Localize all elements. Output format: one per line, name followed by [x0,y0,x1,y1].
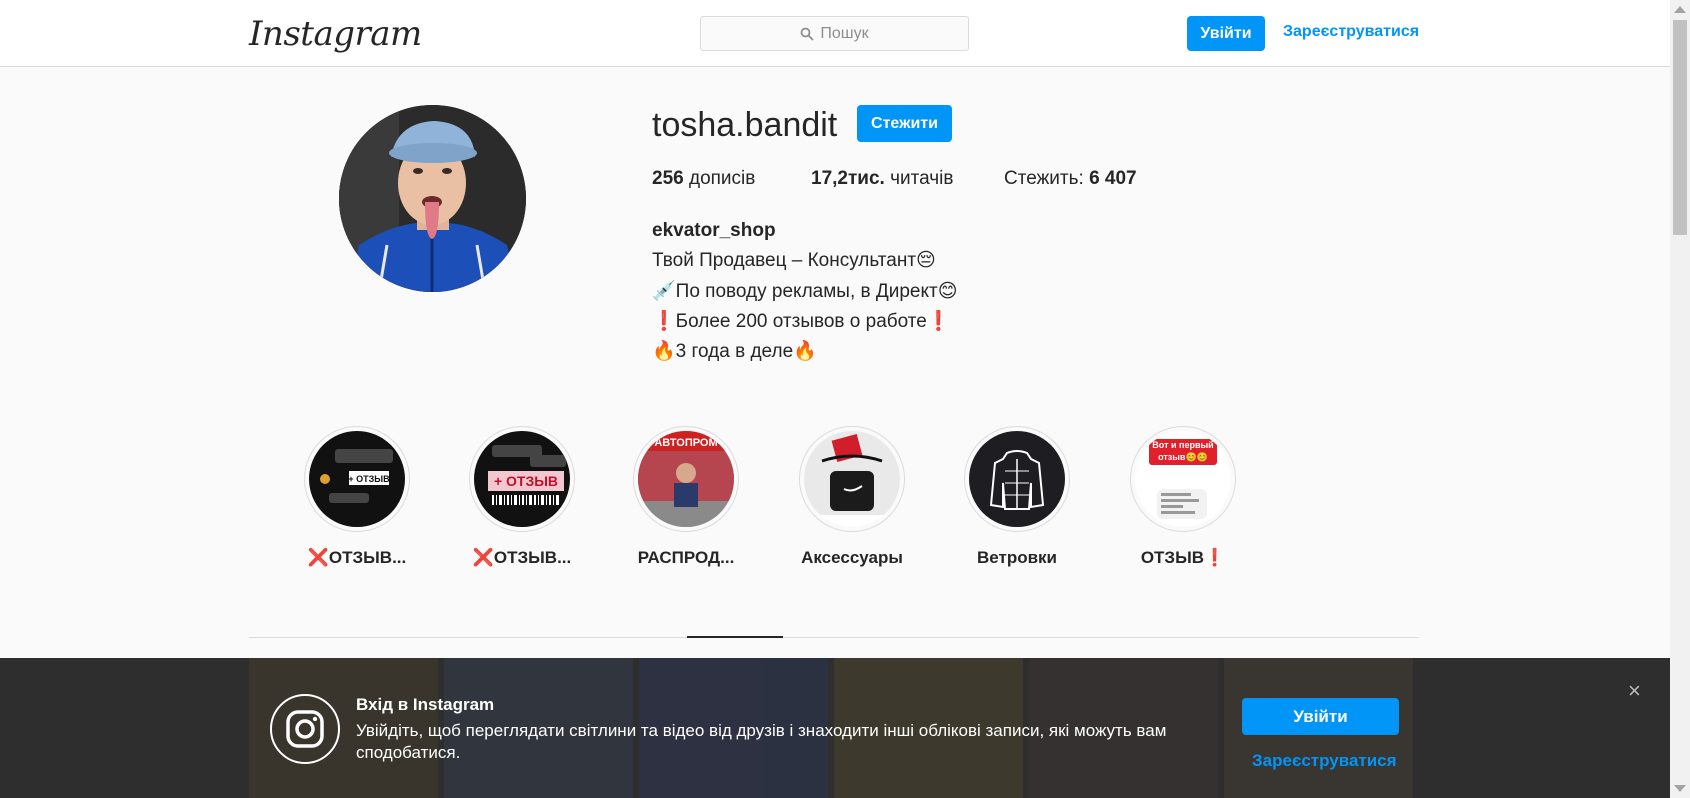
highlight-cover [804,431,900,527]
profile-avatar[interactable] [339,105,526,292]
highlight-label: Ветровки [976,548,1057,567]
highlight-cover [969,431,1065,527]
highlight-ring [799,426,905,532]
highlight-cover-text: АВТОПРОМ [654,437,717,449]
tabs-divider [249,637,1419,638]
instagram-glyph-icon [270,694,340,764]
highlight-ring: + ОТЗЫВ [469,426,575,532]
posts-tab-indicator[interactable] [687,636,783,638]
story-highlight[interactable]: АВТОПРОМ РАСПРОД... [631,426,741,568]
following-count-value: 6 407 [1089,168,1137,189]
banner-description: Увійдіть, щоб переглядати світлини та ві… [356,721,1167,762]
highlight-cover: Вот и первый отзыв😊😊 [1135,431,1231,527]
close-icon[interactable]: × [1628,678,1641,704]
scroll-thumb[interactable] [1673,20,1687,235]
instagram-logo[interactable]: Instagram [249,14,422,54]
scroll-up-arrow[interactable] [1674,6,1686,13]
page-scrollbar[interactable] [1670,0,1690,798]
followers-count-value: 17,2тис. [811,168,885,189]
login-button[interactable]: Увійти [1187,16,1265,51]
followers-count-label: читачів [890,168,954,189]
highlight-label: РАСПРОД... [637,548,735,567]
highlight-ring: АВТОПРОМ [633,426,739,532]
followers-count[interactable]: 17,2тис. читачів [811,168,953,190]
highlight-label: ❌ОТЗЫВ... [472,548,572,567]
banner-login-button[interactable]: Увійти [1242,698,1399,735]
highlight-ring: + ОТЗЫВ [304,426,410,532]
highlight-label: ❌ОТЗЫВ... [307,548,407,567]
highlight-cover-text: + ОТЗЫВ [494,473,558,489]
bio-line: 💉По поводу рекламы, в Директ😊 [652,281,958,302]
following-count-label: Стежить: [1004,168,1084,189]
scroll-down-arrow[interactable] [1674,785,1686,792]
highlight-label: Аксессуары [801,548,903,567]
login-banner: Вхід в Instagram Увійдіть, щоб перегляда… [0,658,1670,798]
highlight-label: ОТЗЫВ❗ [1140,548,1226,567]
posts-count: 256 дописів [652,168,755,190]
highlight-cover-text: + ОТЗЫВ [348,474,390,484]
story-highlight[interactable]: + ОТЗЫВ ❌ОТЗЫВ... [467,426,577,568]
profile-username: tosha.bandit [652,106,838,144]
bio-line: 🔥3 года в деле🔥 [652,341,817,362]
register-link[interactable]: Зареєструватися [1283,23,1419,41]
follow-button[interactable]: Стежити [857,105,952,142]
story-highlight[interactable]: Аксессуары [797,426,907,568]
bio-line: Твой Продавец – Консультант😔 [652,250,936,271]
search-icon [800,27,815,41]
posts-count-label: дописів [688,168,756,189]
jacket-icon [969,431,1065,527]
highlight-cover: + ОТЗЫВ [309,431,405,527]
story-highlight[interactable]: + ОТЗЫВ ❌ОТЗЫВ... [302,426,412,568]
banner-register-link[interactable]: Зареєструватися [1252,751,1397,771]
top-navigation-bar: Instagram Пошук Увійти Зареєструватися [0,0,1670,67]
highlight-ring [964,426,1070,532]
highlight-cover: АВТОПРОМ [638,431,734,527]
bio-full-name: ekvator_shop [652,220,776,241]
story-highlight[interactable]: Ветровки [962,426,1072,568]
story-highlight[interactable]: Вот и первый отзыв😊😊 ОТЗЫВ❗ [1128,426,1238,568]
bio-line: ❗Более 200 отзывов о работе❗ [652,311,951,332]
posts-count-value: 256 [652,168,684,189]
highlight-cover: + ОТЗЫВ [474,431,570,527]
highlight-cover-text: Вот и первый отзыв😊😊 [1152,440,1214,462]
search-input[interactable]: Пошук [700,16,969,51]
highlight-ring: Вот и первый отзыв😊😊 [1130,426,1236,532]
following-count[interactable]: Стежить: 6 407 [1004,168,1137,190]
search-placeholder: Пошук [820,24,869,42]
banner-title: Вхід в Instagram [356,695,495,714]
